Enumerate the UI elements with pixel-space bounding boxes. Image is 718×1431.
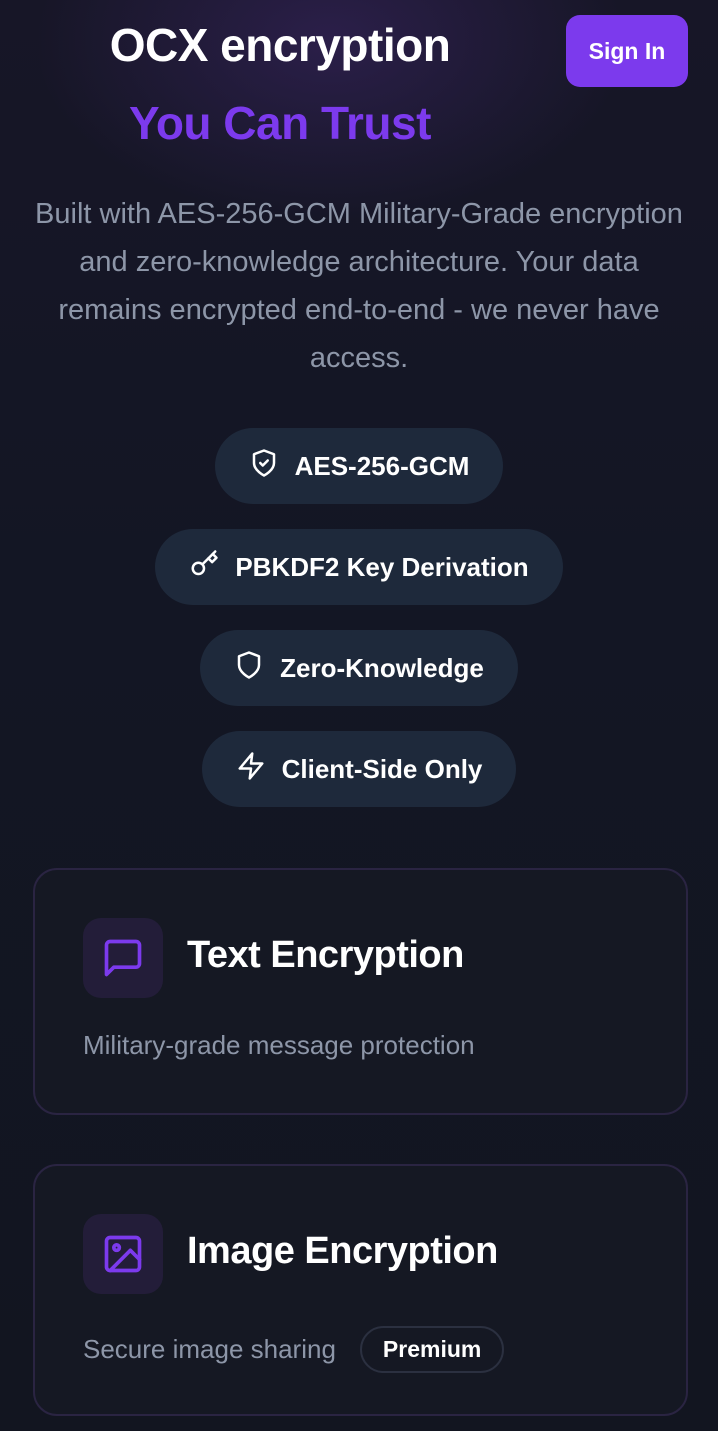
- card-subtitle: Secure image sharing Premium: [83, 1326, 505, 1373]
- lightning-icon: [236, 751, 266, 788]
- badge-aes: AES-256-GCM: [214, 428, 504, 504]
- key-icon: [189, 549, 219, 586]
- image-icon: [83, 1214, 163, 1294]
- page-title-accent: You Can Trust: [129, 97, 431, 149]
- badge-label: Zero-Knowledge: [280, 652, 484, 683]
- badge-label: AES-256-GCM: [294, 450, 470, 481]
- card-title: Image Encryption: [187, 1230, 498, 1272]
- premium-badge: Premium: [359, 1326, 505, 1373]
- image-encryption-card[interactable]: Image Encryption Secure image sharing Pr…: [33, 1164, 688, 1416]
- text-encryption-card[interactable]: Text Encryption Military-grade message p…: [33, 868, 688, 1115]
- badge-pbkdf2: PBKDF2 Key Derivation: [155, 529, 563, 605]
- sign-in-button[interactable]: Sign In: [566, 15, 688, 87]
- badge-label: Client-Side Only: [281, 753, 483, 784]
- badge-client-side: Client-Side Only: [201, 731, 517, 807]
- page: OCX encryption You Can Trust Sign In Bui…: [0, 0, 718, 1431]
- shield-icon: [234, 650, 264, 687]
- badge-zero-knowledge: Zero-Knowledge: [200, 630, 518, 706]
- card-subtitle-text: Military-grade message protection: [83, 1030, 475, 1060]
- badge-label: PBKDF2 Key Derivation: [235, 551, 529, 582]
- card-subtitle-text: Secure image sharing: [83, 1334, 336, 1364]
- feature-badges: AES-256-GCM PBKDF2 Key Derivation Zero-K…: [0, 428, 718, 807]
- hero-description: Built with AES-256-GCM Military-Grade en…: [35, 198, 683, 374]
- shield-check-icon: [249, 448, 279, 485]
- card-subtitle: Military-grade message protection: [83, 1030, 475, 1061]
- message-square-icon: [83, 918, 163, 998]
- card-title: Text Encryption: [187, 934, 464, 976]
- page-title: OCX encryption: [109, 19, 451, 71]
